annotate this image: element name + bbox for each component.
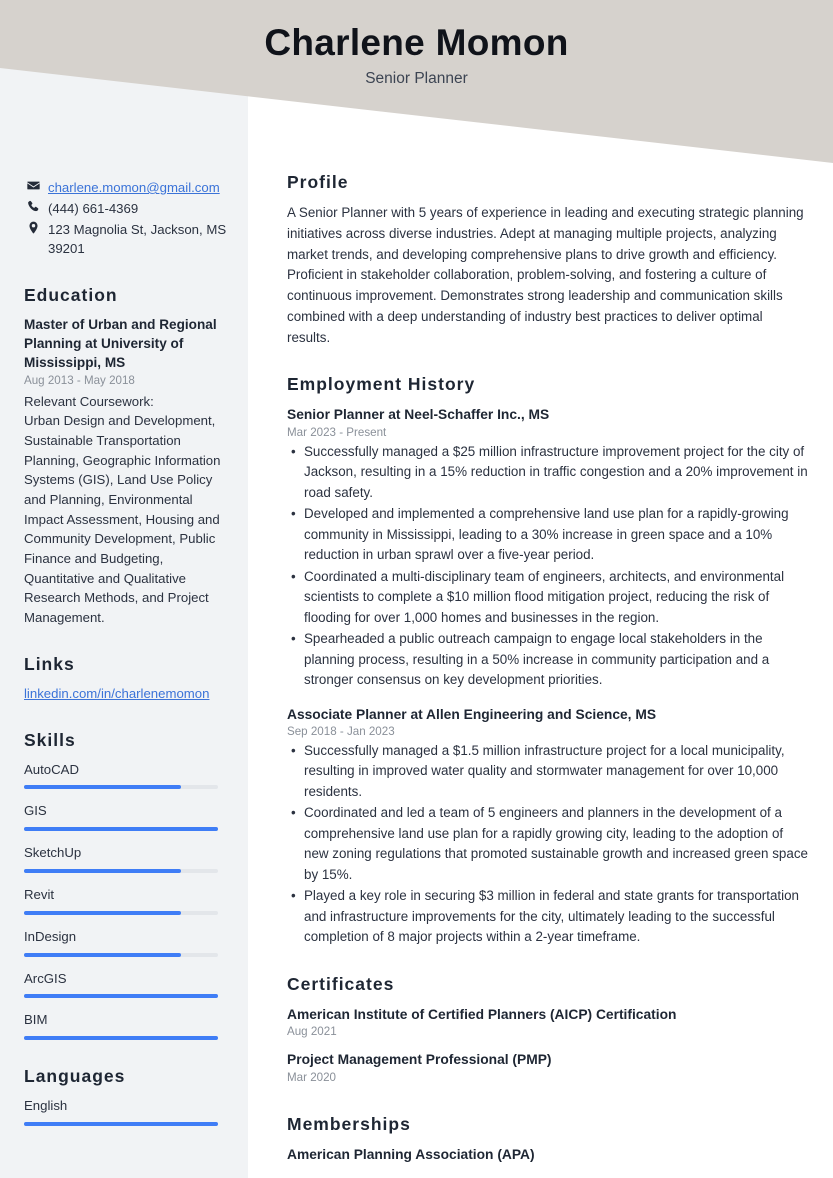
skill-level-fill	[24, 827, 218, 832]
certificates-list: American Institute of Certified Planners…	[287, 1005, 808, 1084]
skill-name: English	[24, 1098, 68, 1114]
job-date: Mar 2023 - Present	[287, 425, 387, 439]
contact-value[interactable]: charlene.momon@gmail.com	[42, 178, 220, 197]
job-title: Associate Planner at Allen Engineering a…	[287, 706, 657, 722]
skill-item: English	[24, 1096, 232, 1126]
skill-name: ArcGIS	[24, 970, 67, 986]
skill-level-track	[24, 868, 218, 873]
job-entry: Senior Planner at Neel-Schaffer Inc., MS…	[287, 405, 808, 690]
location-pin-icon	[24, 220, 42, 234]
memberships-list: American Planning Association (APA)	[287, 1145, 808, 1164]
skill-item: BIM	[24, 1010, 232, 1041]
certificate-date: Mar 2020	[287, 1070, 336, 1084]
education-title: Master of Urban and Regional Planning at…	[24, 316, 217, 371]
job-entry: Associate Planner at Allen Engineering a…	[287, 705, 808, 948]
skill-level-track	[24, 952, 218, 957]
skill-level-fill	[24, 952, 182, 957]
skill-item: GIS	[24, 801, 232, 832]
skill-name: AutoCAD	[24, 761, 79, 777]
contact-link[interactable]: charlene.momon@gmail.com	[48, 180, 220, 195]
languages-heading: Languages	[24, 1066, 126, 1087]
education-entry: Master of Urban and Regional Planning at…	[24, 315, 232, 628]
skill-level-track	[24, 994, 218, 999]
memberships-heading: Memberships	[287, 1113, 411, 1134]
job-date: Sep 2018 - Jan 2023	[287, 724, 395, 738]
education-list: Master of Urban and Regional Planning at…	[24, 315, 232, 628]
skill-level-track	[24, 785, 218, 790]
employment-heading: Employment History	[287, 374, 476, 395]
skill-name: Revit	[24, 886, 55, 902]
link-anchor[interactable]: linkedin.com/in/charlenemomon	[24, 686, 209, 701]
skill-level-fill	[24, 994, 218, 999]
link-item[interactable]: linkedin.com/in/charlenemomon	[24, 684, 232, 704]
skill-item: Revit	[24, 885, 232, 915]
main-column: Profile A Senior Planner with 5 years of…	[287, 0, 808, 1178]
skill-level-track	[24, 827, 218, 832]
skill-item: AutoCAD	[24, 760, 232, 790]
memberships-section: Memberships American Planning Associatio…	[287, 1114, 808, 1164]
contact-value: (444) 661-4369	[48, 201, 139, 217]
sidebar: charlene.momon@gmail.com (444) 661-4369 12…	[0, 0, 248, 1178]
job-bullet: Developed and implemented a comprehensiv…	[291, 504, 808, 566]
skill-name: InDesign	[24, 928, 77, 944]
skill-name: GIS	[24, 803, 47, 819]
resume-page: Charlene Momon Senior Planner charlene.m…	[0, 0, 833, 1178]
job-title: Senior Planner at Neel-Schaffer Inc., MS	[287, 407, 550, 423]
skills-heading: Skills	[24, 729, 76, 750]
membership-title: American Planning Association (APA)	[287, 1146, 535, 1162]
skill-level-fill	[24, 868, 182, 873]
profile-section: Profile A Senior Planner with 5 years of…	[287, 172, 808, 348]
contact-row: 123 Magnolia St, Jackson, MS 39201	[24, 220, 232, 258]
job-bullet: Successfully managed a $1.5 million infr…	[291, 741, 808, 803]
certificate-date: Aug 2021	[287, 1025, 337, 1039]
contact-row: (444) 661-4369	[24, 199, 232, 218]
skill-level-fill	[24, 785, 182, 790]
envelope-icon	[24, 178, 42, 192]
job-bullets: Successfully managed a $1.5 million infr…	[287, 741, 808, 948]
skill-level-track	[24, 1121, 218, 1126]
links-list: linkedin.com/in/charlenemomon	[24, 684, 232, 704]
skill-level-fill	[24, 1036, 218, 1041]
links-heading: Links	[24, 653, 75, 674]
certificates-section: Certificates American Institute of Certi…	[287, 974, 808, 1084]
skill-name: SketchUp	[24, 845, 82, 861]
contact-list: charlene.momon@gmail.com (444) 661-4369 12…	[24, 178, 232, 259]
certificate-entry: Project Management Professional (PMP) Mar…	[287, 1050, 808, 1083]
skill-level-track	[24, 910, 218, 915]
job-bullet: Successfully managed a $25 million infra…	[291, 442, 808, 504]
certificate-entry: American Institute of Certified Planners…	[287, 1005, 808, 1038]
skill-level-track	[24, 1036, 218, 1041]
skill-level-fill	[24, 1121, 218, 1126]
job-bullet: Coordinated a multi-disciplinary team of…	[291, 567, 808, 629]
skill-item: SketchUp	[24, 843, 232, 873]
profile-heading: Profile	[287, 172, 349, 192]
job-bullet: Played a key role in securing $3 million…	[291, 886, 808, 948]
skill-level-fill	[24, 910, 182, 915]
education-heading: Education	[24, 284, 118, 305]
languages-list: English	[24, 1096, 232, 1126]
job-bullet: Spearheaded a public outreach campaign t…	[291, 629, 808, 691]
employment-list: Senior Planner at Neel-Schaffer Inc., MS…	[287, 405, 808, 948]
certificate-title: Project Management Professional (PMP)	[287, 1052, 552, 1068]
skills-list: AutoCAD GIS SketchUp Revit InDesign ArcGIS BIM	[24, 760, 232, 1041]
job-bullet: Coordinated and led a team of 5 engineer…	[291, 803, 808, 885]
skill-item: ArcGIS	[24, 969, 232, 999]
profile-text: A Senior Planner with 5 years of experie…	[287, 205, 804, 345]
phone-icon	[24, 199, 42, 213]
certificates-heading: Certificates	[287, 973, 395, 994]
contact-row[interactable]: charlene.momon@gmail.com	[24, 178, 232, 197]
education-description: Relevant Coursework: Urban Design and De…	[24, 393, 221, 626]
membership-entry: American Planning Association (APA)	[287, 1145, 808, 1164]
certificate-title: American Institute of Certified Planners…	[287, 1006, 677, 1022]
education-date: Aug 2013 - May 2018	[24, 374, 135, 388]
contact-value: 123 Magnolia St, Jackson, MS 39201	[48, 222, 227, 257]
skill-item: InDesign	[24, 927, 232, 957]
employment-section: Employment History Senior Planner at Nee…	[287, 374, 808, 948]
job-bullets: Successfully managed a $25 million infra…	[287, 442, 808, 691]
skill-name: BIM	[24, 1012, 48, 1028]
